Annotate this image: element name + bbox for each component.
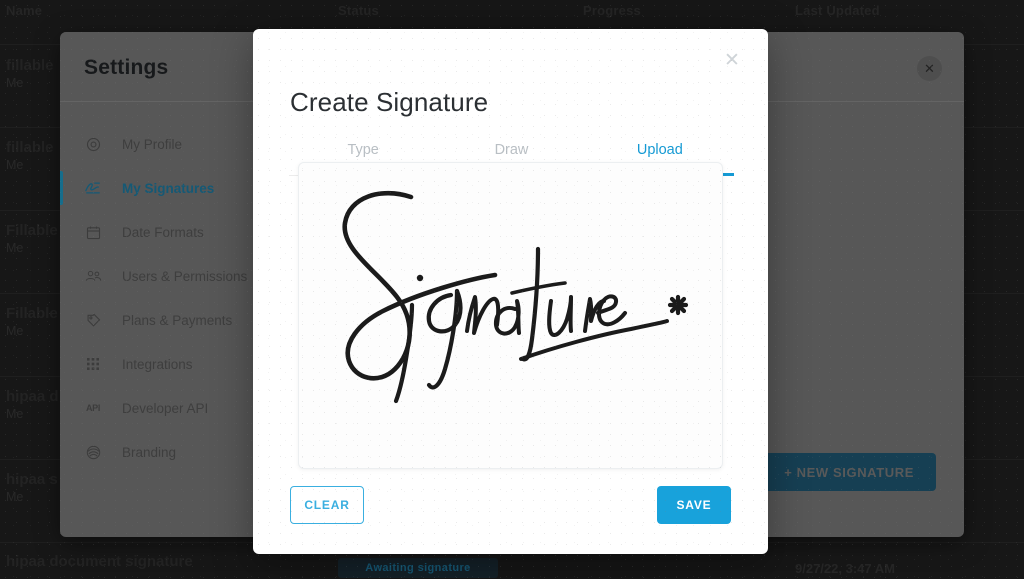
- screen: Name Status Progress Last Updated fillab…: [0, 0, 1024, 579]
- create-signature-modal: ✕ Create Signature Type Draw Upload CLEA…: [253, 29, 768, 554]
- close-icon[interactable]: ✕: [721, 49, 743, 71]
- modal-title: Create Signature: [290, 87, 489, 117]
- save-button[interactable]: SAVE: [657, 486, 731, 524]
- signature-preview[interactable]: [298, 162, 723, 469]
- modal-actions: CLEAR SAVE: [290, 486, 731, 524]
- clear-button[interactable]: CLEAR: [290, 486, 364, 524]
